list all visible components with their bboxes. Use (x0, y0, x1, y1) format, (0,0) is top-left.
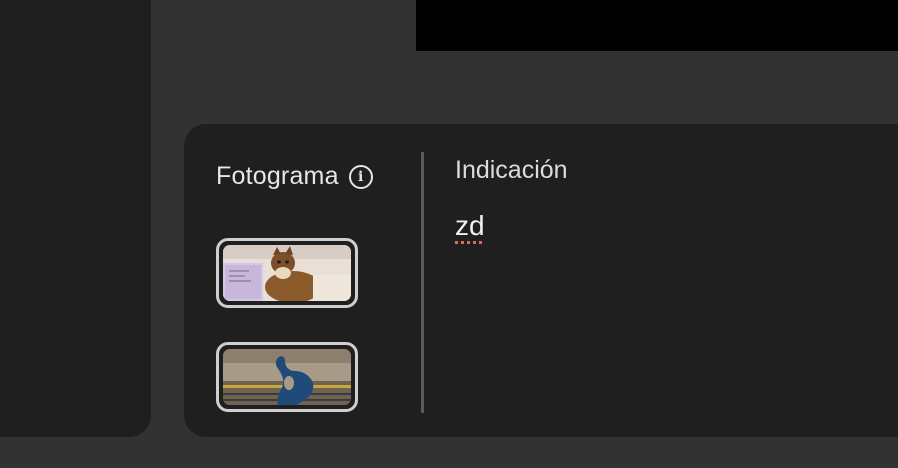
prompt-label: Indicación (455, 156, 568, 184)
video-preview (416, 0, 898, 51)
vertical-divider (421, 152, 424, 413)
left-side-panel (0, 0, 151, 437)
prompt-panel: Fotograma i Indicación zd (184, 124, 898, 437)
frame-header: Fotograma i (216, 162, 373, 191)
blue-sculpture-image (223, 349, 351, 405)
cat-and-laptop-image (223, 245, 351, 301)
frame-thumbnail-2[interactable] (216, 342, 358, 412)
info-icon[interactable]: i (348, 164, 373, 189)
info-glyph: i (358, 168, 364, 185)
prompt-input[interactable]: zd (455, 210, 485, 242)
frame-label: Fotograma (216, 162, 339, 190)
frame-thumbnail-1[interactable] (216, 238, 358, 308)
